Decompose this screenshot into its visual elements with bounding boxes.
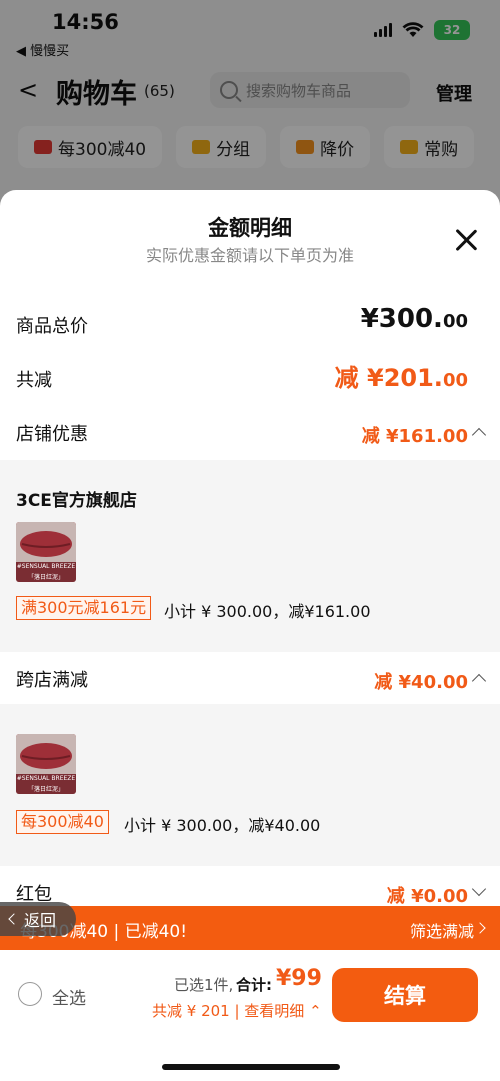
goods-total-row: 商品总价 ¥300.00: [0, 304, 500, 362]
product-thumbnail[interactable]: #SENSUAL BREEZE 「落日红泥」: [16, 734, 76, 794]
chevron-right-icon: [474, 922, 486, 934]
store-promo-tag: 满300元减161元: [16, 596, 152, 620]
checkout-button[interactable]: 结算: [332, 968, 478, 1022]
total-reduce-label: 共减: [16, 370, 52, 391]
total-price: ¥99: [276, 966, 322, 991]
cross-promo-tag: 每300减40: [16, 810, 109, 834]
cross-store-value: 减 ¥40.00: [374, 672, 468, 693]
return-label: 返回: [24, 911, 57, 930]
product-thumbnail[interactable]: #SENSUAL BREEZE 「落日红泥」: [16, 522, 76, 582]
checkout-bar: 全选 已选1件, 合计: ¥99 共减 ¥ 201 | 查看明细 ⌃ 结算: [0, 950, 500, 1081]
goods-total-label: 商品总价: [16, 316, 88, 337]
home-indicator[interactable]: [162, 1064, 340, 1070]
thumb-caption-2: 「落日红泥」: [27, 786, 64, 793]
store-discount-detail: 3CE官方旗舰店 #SENSUAL BREEZE 「落日红泥」 满300元减16…: [0, 460, 500, 652]
total-reduce-value: 减 ¥201.00: [334, 364, 468, 392]
selected-count: 已选1件,: [174, 976, 234, 994]
filter-discount-link[interactable]: 筛选满减: [410, 918, 474, 942]
store-discount-value: 减 ¥161.00: [361, 426, 468, 447]
goods-total-value: ¥300.00: [360, 304, 468, 334]
thumb-caption-2: 「落日红泥」: [27, 574, 64, 581]
cross-subtotal: 小计 ¥ 300.00，减¥40.00: [124, 816, 321, 835]
sheet-subtitle: 实际优惠金额请以下单页为准: [145, 246, 354, 265]
amount-detail-sheet: 金额明细 实际优惠金额请以下单页为准 商品总价 ¥300.00 共减 减 ¥20…: [0, 190, 500, 906]
thumb-caption: #SENSUAL BREEZE: [16, 775, 76, 782]
red-packet-row[interactable]: 红包 减 ¥0.00: [0, 880, 500, 906]
store-subtotal: 小计 ¥ 300.00，减¥161.00: [164, 602, 371, 621]
shop-name: 3CE官方旗舰店: [16, 491, 137, 511]
red-packet-value: 减 ¥0.00: [386, 886, 468, 906]
chevron-down-icon: [471, 881, 487, 897]
total-reduce-row: 共减 减 ¥201.00: [0, 364, 500, 416]
select-all-radio[interactable]: [18, 982, 42, 1006]
store-discount-label: 店铺优惠: [16, 424, 88, 445]
return-button[interactable]: 返回: [0, 902, 76, 936]
sheet-title: 金额明细: [208, 216, 292, 240]
cross-store-label: 跨店满减: [16, 670, 88, 691]
select-all-label[interactable]: 全选: [52, 984, 86, 1009]
cross-store-detail: #SENSUAL BREEZE 「落日红泥」 每300减40 小计 ¥ 300.…: [0, 704, 500, 866]
chevron-up-icon: [471, 427, 487, 443]
view-detail-link[interactable]: 共减 ¥ 201 | 查看明细 ⌃: [152, 1000, 322, 1021]
chevron-left-icon: [8, 913, 20, 925]
total-label: 合计:: [236, 976, 272, 994]
chevron-up-icon: [471, 673, 487, 689]
thumb-caption: #SENSUAL BREEZE: [16, 563, 76, 570]
close-icon[interactable]: [452, 226, 480, 254]
